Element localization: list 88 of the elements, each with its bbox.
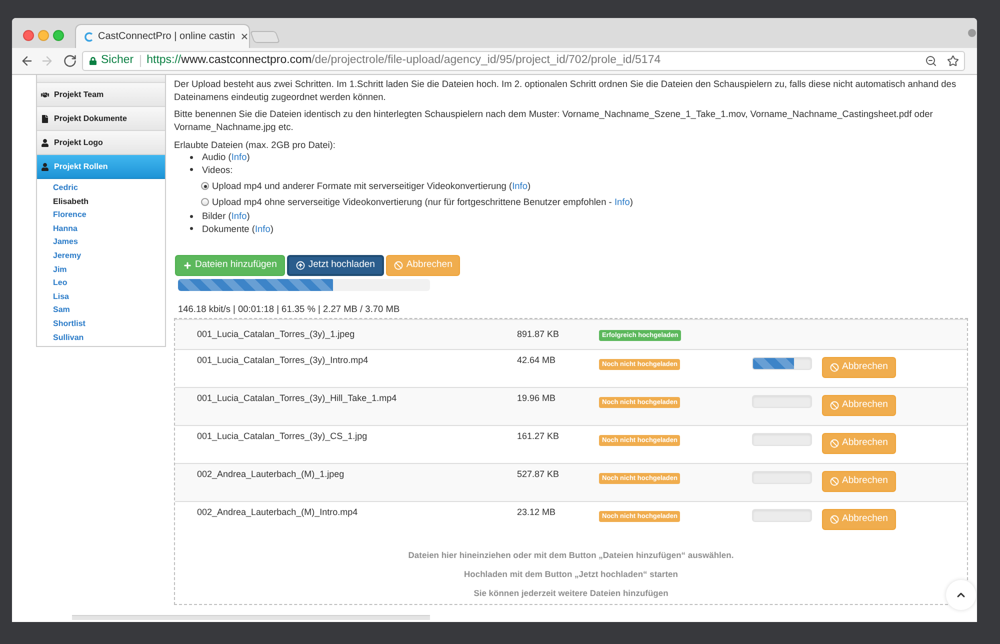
radio-label: Upload mp4 und anderer Formate mit serverseitiger Videokonvertierung (Info): [212, 180, 531, 191]
role-link[interactable]: Florence: [53, 208, 86, 222]
file-size: 527.87 KB: [517, 468, 560, 480]
drop-hint: Dateien hier hineinziehen oder mit dem Button „Dateien hinzufügen“ auswählen.: [408, 548, 734, 562]
file-size: 23.12 MB: [517, 506, 557, 518]
ban-icon: [830, 401, 840, 410]
info-link[interactable]: Info: [254, 224, 270, 234]
info-link[interactable]: Info: [614, 196, 630, 207]
list-item-text: Bilder (Info): [202, 211, 250, 221]
role-link[interactable]: Sam: [53, 303, 70, 317]
role-link[interactable]: Sullivan: [53, 330, 84, 344]
allowed-files-heading: Erlaubte Dateien (max. 2GB pro Datei):: [174, 138, 336, 151]
file-name: 001_Lucia_Catalan_Torres_(3y)_1.jpeg: [197, 328, 356, 341]
reload-icon[interactable]: [63, 54, 77, 68]
horizontal-scrollbar[interactable]: [72, 615, 430, 620]
ban-icon: [830, 439, 840, 448]
radio-button[interactable]: [201, 198, 209, 206]
role-link[interactable]: Hanna: [53, 222, 78, 236]
file-name: 001_Lucia_Catalan_Torres_(3y)_CS_1.jpg: [197, 430, 368, 442]
file-name: 002_Andrea_Lauterbach_(M)_1.jpeg: [197, 468, 346, 480]
progress-track: [752, 509, 812, 522]
security-label: Sicher: [101, 53, 134, 68]
bullet-icon: [190, 168, 193, 172]
bullet-icon: [190, 227, 193, 230]
scroll-to-top-button[interactable]: [946, 580, 976, 610]
user-icon: [41, 162, 49, 170]
site-logo-icon: [84, 32, 93, 42]
file-name: 001_Lucia_Catalan_Torres_(3y)_Hill_Take_1.mp4: [197, 392, 398, 404]
progress-track: [752, 433, 812, 446]
url-text: https://www.castconnectpro.com/de/projectrole/file-upload/agency_id/95/project_id/702/prole_id/5174: [146, 53, 661, 68]
ban-icon: [830, 363, 840, 372]
info-link[interactable]: Info: [512, 180, 528, 191]
sidebar-menu-item[interactable]: [37, 75, 165, 83]
lock-icon: [89, 57, 97, 65]
close-window-icon[interactable]: [22, 30, 34, 40]
maximize-window-icon[interactable]: [52, 30, 64, 40]
handshake-icon: [41, 90, 49, 98]
info-link[interactable]: Info: [231, 211, 247, 221]
profile-icon[interactable]: [968, 29, 976, 37]
list-item-text: Videos:: [202, 164, 233, 176]
role-link[interactable]: Cedric: [53, 181, 78, 195]
role-link[interactable]: Jeremy: [53, 248, 82, 263]
sidebar-menu-item[interactable]: Projekt Team: [37, 83, 165, 107]
file-size: 891.87 KB: [517, 328, 560, 341]
intro-paragraph: Der Upload besteht aus zwei Schritten. Im 1.Schritt laden Sie die Dateien hoch. Im 2. optionalen Schritt ordnen Sie die Dateien den Schauspielern zu, falls diese nicht automatisch anhand des Dateinamens eindeutig zugeordnet werden können.: [174, 78, 958, 103]
back-icon[interactable]: [20, 54, 34, 68]
action-button[interactable]: Jetzt hochladen: [287, 255, 384, 276]
address-field[interactable]: Sicher https://www.castconnectpro.com/de/projectrole/file-upload/agency_id/95/project_id/702/prole_id/5174: [82, 51, 965, 71]
role-link[interactable]: Leo: [53, 276, 68, 290]
ban-icon: [830, 477, 840, 486]
progress-track: [752, 471, 812, 484]
document-icon: [41, 114, 49, 122]
close-icon[interactable]: [240, 32, 250, 41]
role-link[interactable]: James: [53, 235, 78, 249]
bullet-icon: [190, 156, 193, 159]
upload-stats: 146.18 kbit/s | 00:01:18 | 61.35 % | 2.27 MB / 3.70 MB: [178, 302, 400, 316]
drop-hint: Hochladen mit dem Button „Jetzt hochladen“ starten: [464, 568, 678, 580]
role-link[interactable]: Lisa: [53, 290, 70, 304]
file-size: 19.96 MB: [517, 392, 557, 404]
info-link[interactable]: Info: [231, 152, 247, 162]
plus-icon: [183, 261, 192, 270]
file-size: 42.64 MB: [517, 354, 557, 366]
sidebar-menu-item[interactable]: Projekt Rollen: [37, 155, 165, 179]
sidebar-menu-item[interactable]: Projekt Dokumente: [37, 107, 165, 131]
user-icon: [41, 138, 49, 146]
role-link[interactable]: Jim: [53, 262, 67, 276]
progress-track: [752, 395, 812, 408]
ban-icon: [830, 515, 840, 524]
upload-icon: [296, 261, 306, 270]
zoom-out-icon[interactable]: [925, 55, 937, 67]
ban-icon: [394, 261, 404, 270]
list-item-text: Dokumente (Info): [202, 224, 274, 234]
file-size: 161.27 KB: [517, 430, 560, 442]
radio-button[interactable]: [201, 182, 209, 190]
bullet-icon: [190, 214, 193, 218]
sidebar-menu-item[interactable]: Projekt Logo: [37, 131, 165, 155]
star-icon[interactable]: [947, 55, 959, 67]
browser-tab[interactable]: CastConnectPro | online castin: [75, 24, 250, 48]
file-name: 002_Andrea_Lauterbach_(M)_Intro.mp4: [197, 506, 359, 518]
minimize-window-icon[interactable]: [38, 30, 48, 40]
radio-label: Upload mp4 ohne serverseitige Videokonvertierung (nur für fortgeschrittene Benutzer empfohlen - Info): [212, 196, 633, 207]
file-name: 001_Lucia_Catalan_Torres_(3y)_Intro.mp4: [197, 354, 370, 366]
drop-hint: Sie können jederzeit weitere Dateien hinzufügen: [474, 586, 668, 600]
action-button[interactable]: Dateien hinzufügen: [175, 255, 285, 276]
list-item-text: Audio (Info): [202, 152, 250, 162]
role-link[interactable]: Shortlist: [53, 316, 86, 331]
intro-paragraph: Bitte benennen Sie die Dateien identisch zu den hinterlegten Schauspielern nach dem Muster: Vorname_Nachname_Szene_1_Take_1.mov, Vorname_Nachname_Castingsheet.pdf oder Vorname_Nachname.jpg etc.: [174, 108, 934, 133]
role-link[interactable]: Elisabeth: [53, 194, 89, 208]
